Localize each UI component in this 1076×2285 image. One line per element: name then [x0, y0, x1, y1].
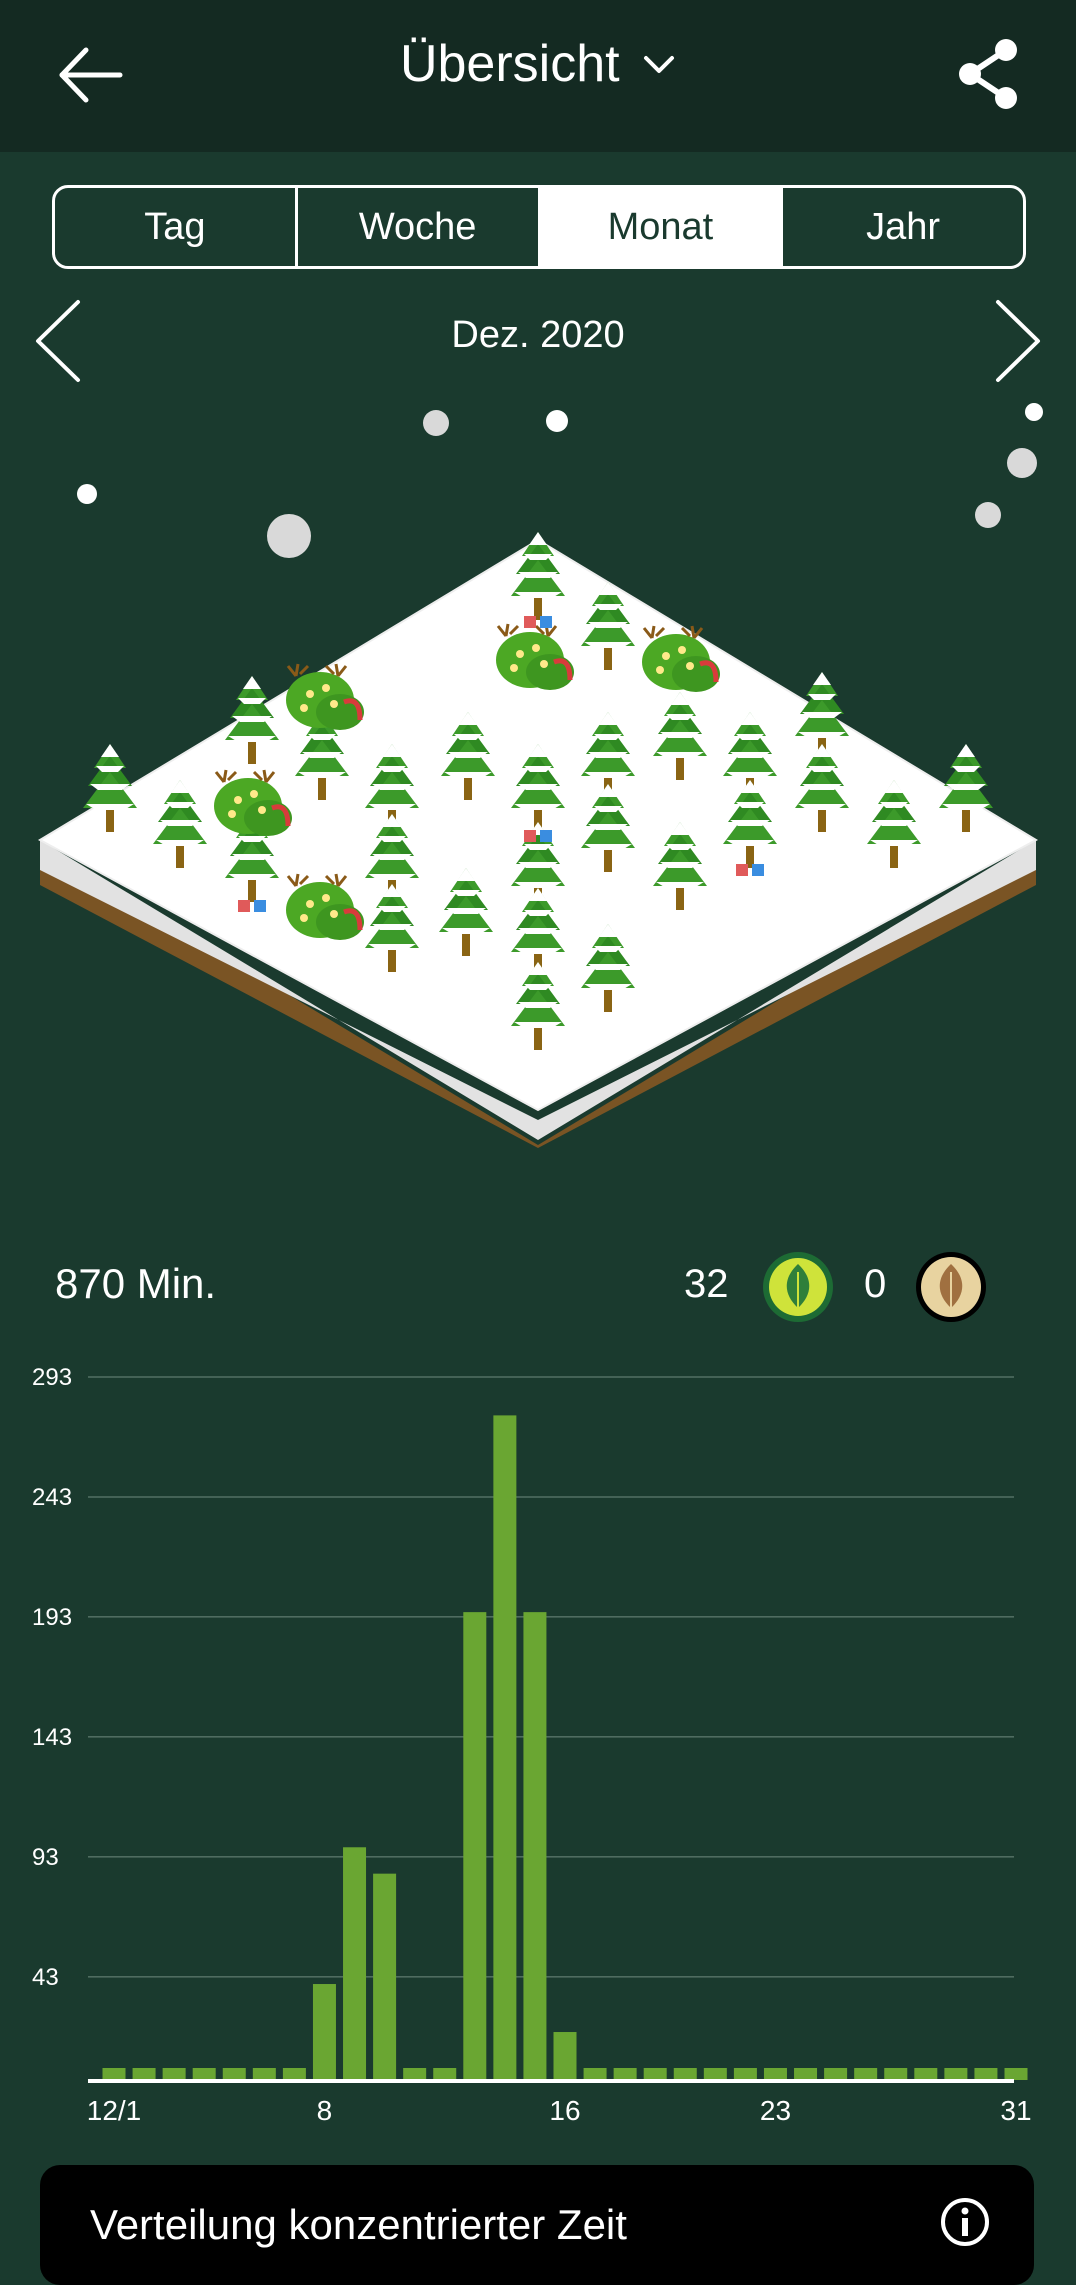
bar — [884, 2068, 908, 2080]
bar — [643, 2068, 667, 2080]
bar — [703, 2068, 727, 2080]
info-icon[interactable] — [940, 2197, 990, 2247]
bar — [914, 2068, 938, 2080]
bar — [222, 2068, 246, 2080]
period-label: Dez. 2020 — [451, 314, 625, 356]
top-bar: Übersicht — [0, 0, 1076, 152]
title-dropdown[interactable]: Übersicht — [0, 34, 1076, 94]
bar — [794, 2068, 818, 2080]
bar — [824, 2068, 848, 2080]
bar — [974, 2068, 998, 2080]
tab-day[interactable]: Tag — [55, 188, 298, 266]
bar — [192, 2068, 216, 2080]
bar — [463, 1612, 487, 2080]
bar — [282, 2068, 306, 2080]
x-tick-label: 31 — [1000, 2095, 1031, 2126]
y-tick-label: 193 — [32, 1604, 72, 1631]
share-icon[interactable] — [948, 34, 1028, 114]
y-tick-label: 143 — [32, 1724, 72, 1751]
tab-week[interactable]: Woche — [298, 188, 541, 266]
panel-title: Verteilung konzentrierter Zeit — [90, 2201, 627, 2248]
bar — [373, 1873, 397, 2080]
bar — [944, 2068, 968, 2080]
bar — [493, 1415, 517, 2080]
page-title: Übersicht — [399, 35, 620, 93]
x-tick-label: 23 — [760, 2095, 791, 2126]
focus-time-chart: 293 243 193 143 93 43 12/1 8 16 23 31 — [32, 1364, 1032, 2126]
dead-tree-count: 0 — [864, 1262, 887, 1306]
y-tick-label: 43 — [32, 1964, 59, 1991]
bar — [523, 1612, 547, 2080]
bar — [673, 2068, 697, 2080]
bar — [1004, 2068, 1028, 2080]
bar — [433, 2068, 457, 2080]
bar — [343, 1847, 367, 2080]
y-tick-label: 93 — [32, 1844, 59, 1871]
y-tick-label: 293 — [32, 1364, 72, 1391]
distribution-panel: Verteilung konzentrierter Zeit — [40, 2165, 1034, 2285]
bar — [102, 2068, 126, 2080]
x-tick-label: 8 — [317, 2095, 333, 2126]
bar — [312, 1984, 336, 2080]
forest-illustration — [37, 403, 1043, 1148]
total-focus-time: 870 Min. — [55, 1260, 217, 1307]
bar — [763, 2068, 787, 2080]
green-leaf-icon — [763, 1252, 833, 1322]
bar — [613, 2068, 637, 2080]
period-tabs: Tag Woche Monat Jahr — [52, 185, 1026, 269]
x-tick-label: 12/1 — [87, 2095, 142, 2126]
bar — [553, 2032, 577, 2080]
chevron-right-icon[interactable] — [986, 296, 1046, 386]
tab-month[interactable]: Monat — [540, 188, 784, 266]
x-tick-label: 16 — [549, 2095, 580, 2126]
healthy-tree-count: 32 — [684, 1262, 729, 1306]
tab-year[interactable]: Jahr — [783, 188, 1023, 266]
bar — [583, 2068, 607, 2080]
withered-leaf-icon — [916, 1252, 986, 1322]
bar — [854, 2068, 878, 2080]
chevron-down-icon — [644, 56, 675, 73]
bar — [733, 2068, 757, 2080]
bar — [403, 2068, 427, 2080]
bar — [252, 2068, 276, 2080]
bar — [162, 2068, 186, 2080]
y-tick-label: 243 — [32, 1484, 72, 1511]
bar — [132, 2068, 156, 2080]
